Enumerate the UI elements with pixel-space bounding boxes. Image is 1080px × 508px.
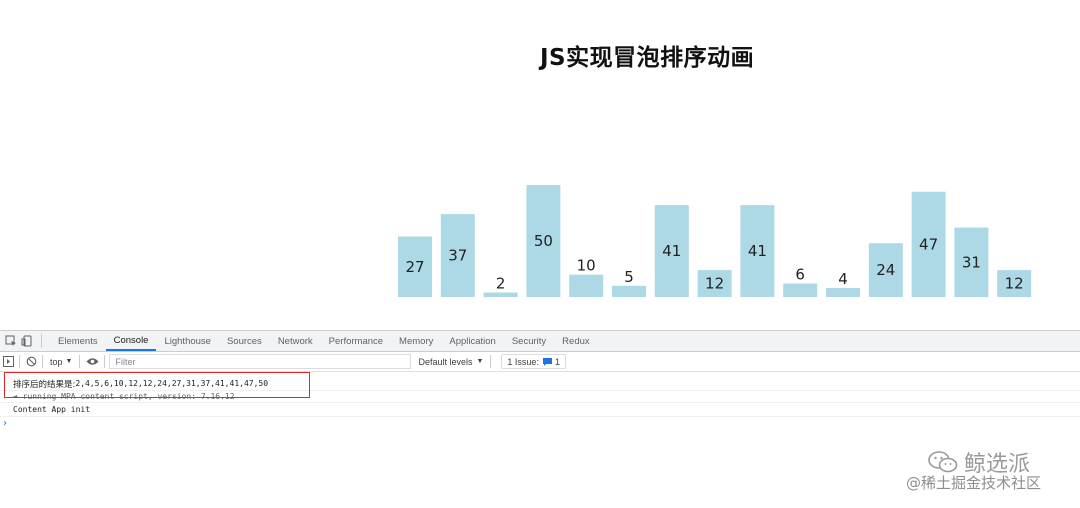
bar-2: [483, 292, 518, 297]
log-levels-dropdown[interactable]: Default levels ▼: [415, 357, 486, 367]
bar-label-10: 4: [838, 270, 848, 288]
issues-count: 1: [554, 356, 560, 367]
tab-performance[interactable]: Performance: [321, 331, 391, 351]
show-sidebar-icon[interactable]: [1, 353, 15, 371]
highlight-annotation-box: [4, 372, 310, 398]
bar-label-3: 50: [534, 232, 553, 250]
tab-memory[interactable]: Memory: [391, 331, 441, 351]
bar-9: [783, 283, 818, 297]
dropdown-arrow-icon: ▼: [65, 358, 73, 365]
tab-security[interactable]: Security: [504, 331, 554, 351]
console-output: 排序后的结果是: 2,4,5,6,10,12,12,24,27,31,37,41…: [0, 372, 1080, 430]
live-expression-eye-icon[interactable]: [84, 353, 100, 371]
device-toolbar-icon[interactable]: [19, 334, 35, 349]
bar-label-8: 41: [748, 242, 767, 260]
tab-console[interactable]: Console: [105, 331, 157, 351]
bar-label-4: 10: [577, 257, 596, 275]
bar-label-7: 12: [705, 275, 724, 293]
tab-lighthouse[interactable]: Lighthouse: [156, 331, 218, 351]
bar-10: [826, 288, 860, 297]
log-levels-label: Default levels: [418, 356, 473, 367]
issues-label: 1 Issue:: [507, 356, 539, 367]
bar-4: [569, 274, 604, 297]
bar-label-6: 41: [662, 242, 681, 260]
bar-5: [612, 285, 646, 297]
context-label: top: [50, 356, 63, 367]
tab-redux[interactable]: Redux: [554, 331, 597, 351]
devtools-tab-bar: Elements Console Lighthouse Sources Network P…: [0, 331, 1080, 352]
tab-application[interactable]: Application: [441, 331, 503, 351]
issues-button[interactable]: 1 Issue: 1: [501, 354, 566, 369]
tab-network[interactable]: Network: [270, 331, 321, 351]
toolbar-divider: [79, 355, 81, 368]
bar-label-5: 5: [624, 268, 634, 286]
devtools-tabs: Elements Console Lighthouse Sources Network P…: [50, 331, 598, 351]
toolbar-divider: [42, 355, 43, 368]
clear-console-icon[interactable]: [24, 353, 38, 371]
bar-label-12: 47: [919, 235, 938, 253]
console-prompt[interactable]: ›: [0, 417, 1080, 430]
console-log-app-init: Content App init: [0, 403, 1080, 417]
tab-elements[interactable]: Elements: [50, 331, 106, 351]
context-selector[interactable]: top ▼: [47, 357, 75, 367]
bar-label-13: 31: [962, 253, 981, 271]
devtools-tool-icons: [0, 334, 42, 348]
prompt-chevron-icon: ›: [2, 418, 9, 429]
dropdown-arrow-icon: ▼: [476, 358, 484, 365]
toolbar-divider: [490, 355, 492, 368]
toolbar-divider: [19, 355, 20, 368]
console-toolbar: top ▼ Default levels ▼ 1 Issue: 1: [0, 352, 1080, 372]
message-icon: [542, 357, 552, 366]
inspect-element-icon[interactable]: [3, 334, 19, 349]
issue-count: 1: [542, 356, 560, 367]
bar-label-1: 37: [448, 247, 467, 265]
bar-label-9: 6: [795, 266, 805, 284]
bar-chart: 27 37 2 50 10 5 41 12 41 6 4 24 47 31 12: [398, 185, 1032, 297]
filter-input[interactable]: [109, 354, 412, 369]
tab-sources[interactable]: Sources: [219, 331, 270, 351]
bar-label-2: 2: [496, 275, 506, 293]
wechat-icon: [928, 451, 958, 473]
bar-label-11: 24: [876, 261, 895, 279]
watermark-site: @稀土掘金技术社区: [906, 474, 1042, 492]
bar-label-0: 27: [405, 258, 424, 276]
bar-label-14: 12: [1005, 275, 1024, 293]
toolbar-divider: [104, 355, 106, 368]
